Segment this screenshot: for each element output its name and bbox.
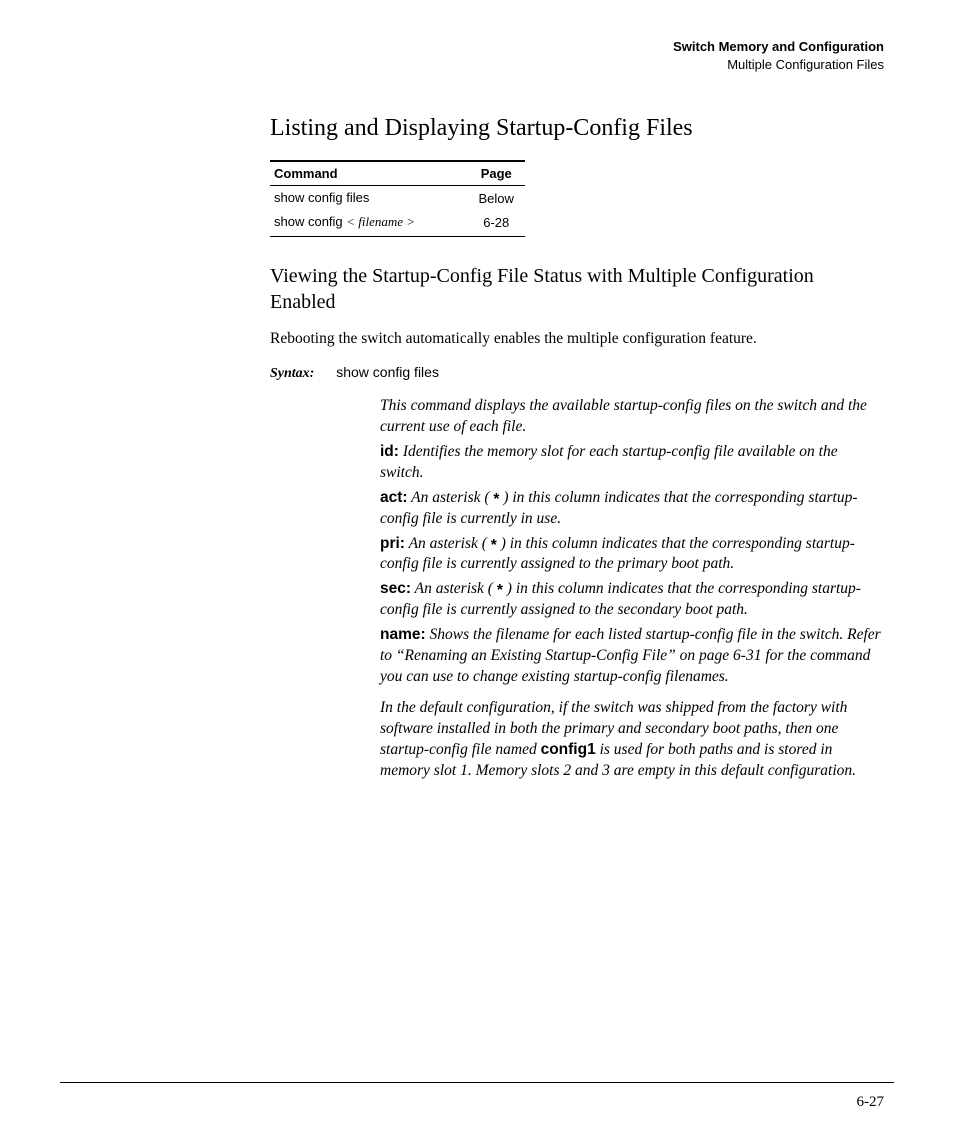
id-label: id:	[380, 443, 399, 460]
cmd-text: show config	[274, 214, 346, 229]
th-page: Page	[467, 161, 525, 186]
cmd-page: Below	[467, 186, 525, 211]
cmd-arg: < filename >	[346, 214, 415, 229]
syntax-command: show config files	[336, 364, 439, 380]
main-content: Listing and Displaying Startup-Config Fi…	[270, 115, 884, 782]
pri-label: pri:	[380, 535, 405, 552]
desc-name: name: Shows the filename for each listed…	[380, 625, 884, 688]
desc-sec: sec: An asterisk ( * ) in this column in…	[380, 579, 884, 621]
act-label: act:	[380, 489, 408, 506]
chapter-title: Switch Memory and Configuration	[60, 38, 884, 56]
name-label: name:	[380, 626, 426, 643]
command-table: Command Page show config files Below sho…	[270, 160, 525, 237]
desc-act: act: An asterisk ( * ) in this column in…	[380, 488, 884, 530]
asterisk-icon: *	[493, 491, 499, 508]
desc-tail: In the default configuration, if the swi…	[380, 698, 884, 782]
name-text: Shows the filename for each listed start…	[380, 626, 881, 685]
sec-label: sec:	[380, 580, 411, 597]
asterisk-icon: *	[497, 582, 503, 599]
desc-id: id: Identifies the memory slot for each …	[380, 442, 884, 484]
description-block: This command displays the available star…	[380, 396, 884, 782]
page-number: 6-27	[857, 1094, 885, 1111]
desc-lead: This command displays the available star…	[380, 396, 884, 438]
pri-pre: An asterisk (	[405, 535, 491, 552]
cmd-page: 6-28	[467, 210, 525, 237]
page-title: Listing and Displaying Startup-Config Fi…	[270, 115, 884, 142]
syntax-line: Syntax: show config files	[270, 364, 884, 382]
syntax-label: Syntax:	[270, 366, 314, 381]
id-text: Identifies the memory slot for each star…	[380, 443, 838, 481]
intro-paragraph: Rebooting the switch automatically enabl…	[270, 329, 884, 350]
act-pre: An asterisk (	[408, 489, 494, 506]
asterisk-icon: *	[491, 537, 497, 554]
cmd-text: show config files	[274, 190, 369, 205]
table-row: show config files Below	[270, 186, 525, 211]
footer-rule	[60, 1082, 894, 1083]
subsection-title: Viewing the Startup-Config File Status w…	[270, 263, 884, 315]
th-command: Command	[270, 161, 467, 186]
running-header: Switch Memory and Configuration Multiple…	[60, 38, 884, 73]
sec-pre: An asterisk (	[411, 580, 497, 597]
desc-pri: pri: An asterisk ( * ) in this column in…	[380, 534, 884, 576]
table-row: show config < filename > 6-28	[270, 210, 525, 237]
tail-bold: config1	[541, 741, 596, 758]
section-title-small: Multiple Configuration Files	[60, 56, 884, 74]
